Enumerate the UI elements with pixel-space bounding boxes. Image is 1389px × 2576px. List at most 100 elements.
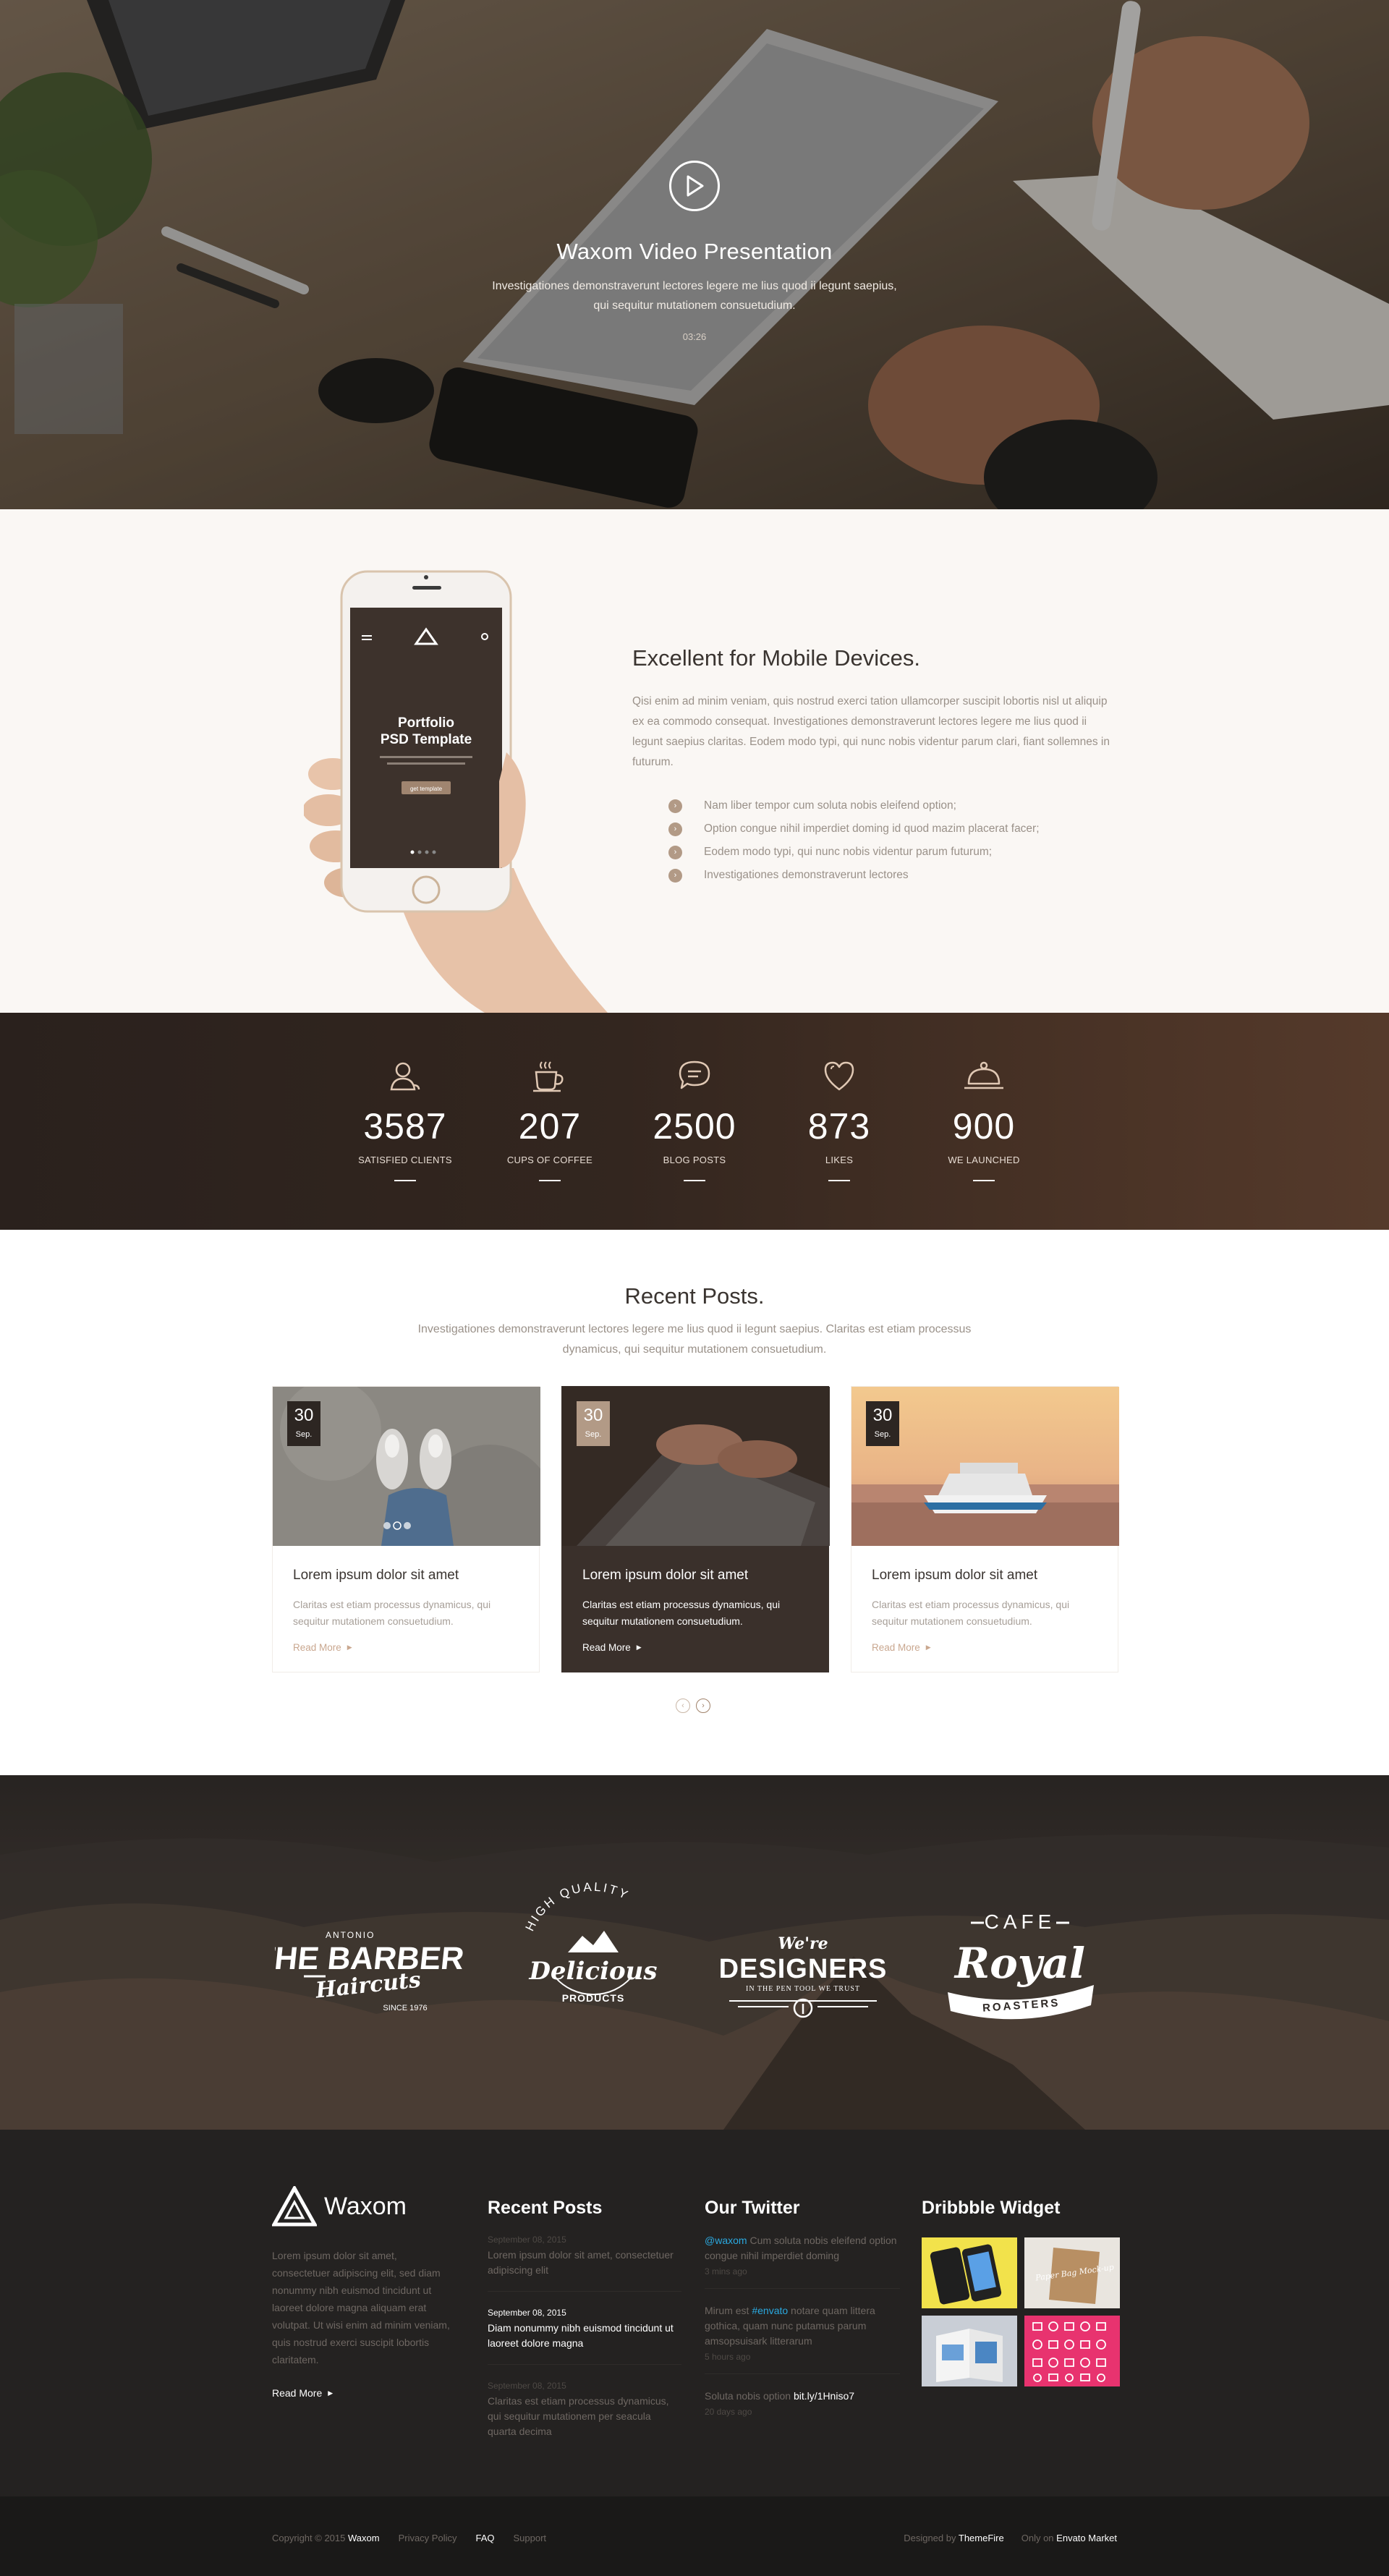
copyright-label: Copyright © 2015 <box>272 2533 346 2543</box>
section-text: Qisi enim ad minim veniam, quis nostrud … <box>632 695 1110 768</box>
logo-text: Royal <box>953 1939 1085 1988</box>
phone-screen-title-1: Portfolio <box>398 715 454 731</box>
post-date-month: Sep. <box>585 1430 602 1439</box>
designers-logo-icon: We're DESIGNERS IN THE PEN TOOL WE TRUST <box>719 1934 886 2018</box>
post-excerpt: Claritas est etiam processus dynamicus, … <box>872 1599 1070 1627</box>
read-more-label: Read More <box>272 2387 323 2399</box>
chevron-right-icon: › <box>668 799 682 813</box>
bottom-bar: Copyright © 2015 Waxom Privacy Policy FA… <box>0 2496 1389 2576</box>
stat-label: CUPS OF COFFEE <box>506 1155 593 1165</box>
read-more-label: Read More <box>582 1642 631 1653</box>
market-link[interactable]: Envato Market <box>1056 2533 1117 2543</box>
tweet-handle[interactable]: @waxom <box>705 2235 747 2246</box>
dribbble-shot[interactable] <box>1024 2316 1120 2386</box>
waxom-logo-icon <box>272 2186 317 2227</box>
feature-item: › Option congue nihil imperdiet doming id… <box>632 817 1110 841</box>
post-card[interactable]: 30 Sep. Lorem ipsum dolor sit amet Clari… <box>851 1386 1119 1672</box>
stats-section: 3587 SATISFIED CLIENTS 207 CUPS OF COFFE… <box>0 1013 1389 1230</box>
feature-text: Option congue nihil imperdiet doming id … <box>704 822 1040 835</box>
hero-title: Waxom Video Presentation <box>556 239 833 264</box>
tweet-text: Mirum est <box>705 2305 752 2316</box>
post-date-day: 30 <box>872 1406 893 1425</box>
user-icon <box>390 1062 420 1091</box>
footer-post[interactable]: September 08, 2015 Claritas est etiam pr… <box>488 2381 681 2452</box>
footer-post-date: September 08, 2015 <box>488 2381 566 2391</box>
dribbble-shot[interactable] <box>922 2237 1017 2308</box>
footer-column-title: Our Twitter <box>705 2198 800 2218</box>
stat-value: 2500 <box>653 1106 736 1147</box>
tweet: Mirum est #envato notare quam littera go… <box>705 2303 900 2374</box>
icon-set-shot-image <box>1024 2316 1120 2386</box>
footer-about-text: Lorem ipsum dolor sit amet, consectetuer… <box>272 2250 450 2365</box>
footer-recent-posts-column: Recent Posts September 08, 2015 Lorem ip… <box>488 2198 681 2452</box>
footer-post[interactable]: September 08, 2015 Lorem ipsum dolor sit… <box>488 2235 681 2292</box>
logo-designers: We're DESIGNERS IN THE PEN TOOL WE TRUST <box>709 1869 897 2043</box>
play-button[interactable] <box>669 161 720 211</box>
post-excerpt: Claritas est etiam processus dynamicus, … <box>582 1599 781 1627</box>
prev-arrow-icon[interactable]: ‹ <box>676 1699 690 1713</box>
logo-text: PRODUCTS <box>562 1992 625 2004</box>
stat-value: 3587 <box>363 1106 447 1147</box>
footer-link-support[interactable]: Support <box>514 2533 547 2543</box>
feature-item: › Nam liber tempor cum soluta nobis eleif… <box>632 794 1110 817</box>
phone-in-hand-image: Portfolio PSD Template get template <box>302 564 608 1013</box>
logo-text: THE BARBER <box>275 1941 463 1976</box>
post-title[interactable]: Lorem ipsum dolor sit amet <box>293 1568 459 1584</box>
dribbble-grid: Paper Bag Mock-up <box>922 2237 1120 2386</box>
copyright-brand[interactable]: Waxom <box>348 2533 380 2543</box>
dribbble-shot[interactable]: Paper Bag Mock-up <box>1024 2237 1120 2308</box>
stat-divider <box>394 1180 416 1181</box>
dribbble-shot[interactable] <box>922 2316 1017 2386</box>
tweet-link[interactable]: bit.ly/1Hniso7 <box>794 2390 854 2402</box>
caret-right-icon: ▶ <box>347 1644 352 1651</box>
stat-value: 873 <box>807 1106 871 1147</box>
tweet-time: 3 mins ago <box>705 2266 747 2277</box>
read-more-link[interactable]: Read More ▶ <box>872 1642 931 1653</box>
stat-divider <box>828 1180 850 1181</box>
logo-cafe-royal: CAFE Royal ROASTERS <box>926 1869 1114 2043</box>
coffee-cup-icon <box>533 1061 564 1092</box>
tweet: Soluta nobis option bit.ly/1Hniso7 20 da… <box>705 2389 900 2428</box>
post-title[interactable]: Lorem ipsum dolor sit amet <box>582 1568 748 1584</box>
caret-right-icon: ▶ <box>636 1644 642 1651</box>
stat-label: SATISFIED CLIENTS <box>358 1155 452 1165</box>
feature-item: › Eodem modo typi, qui nunc nobis videntu… <box>632 841 1110 864</box>
stat-value: 900 <box>952 1106 1016 1147</box>
logo-delicious: HIGH QUALITY Delicious PRODUCTS <box>499 1869 687 2043</box>
footer-read-more-link[interactable]: Read More ▶ <box>272 2387 453 2399</box>
designed-by-label: Designed by <box>904 2533 956 2543</box>
barber-logo-icon: ANTONIO THE BARBER Haircuts SINCE 1976 <box>253 1930 466 2012</box>
tweet-time: 20 days ago <box>705 2407 752 2417</box>
logo-text: ANTONIO <box>326 1930 375 1940</box>
footer-link-privacy[interactable]: Privacy Policy <box>399 2533 457 2543</box>
chat-bubble-icon <box>679 1060 710 1089</box>
logo-text: SINCE 1976 <box>383 2004 427 2012</box>
post-card[interactable]: 30 Sep. Lorem ipsum dolor sit amet Clari… <box>561 1386 830 1672</box>
hero-content: Waxom Video Presentation Investigationes… <box>0 161 1389 342</box>
read-more-link[interactable]: Read More ▶ <box>582 1642 642 1653</box>
play-icon <box>687 175 704 197</box>
credits: Designed by ThemeFire Only on Envato Mar… <box>904 2533 1117 2543</box>
post-title[interactable]: Lorem ipsum dolor sit amet <box>872 1568 1037 1584</box>
footer-post[interactable]: September 08, 2015 Diam nonummy nibh eui… <box>488 2308 681 2365</box>
designer-link[interactable]: ThemeFire <box>959 2533 1004 2543</box>
tweet-hashtag[interactable]: #envato <box>752 2305 788 2316</box>
post-image: 30 Sep. <box>562 1387 830 1546</box>
next-arrow-icon[interactable]: › <box>696 1699 710 1713</box>
phone-screen-title-2: PSD Template <box>381 732 472 747</box>
footer-post-title: Lorem ipsum dolor sit amet, consectetuer… <box>488 2249 674 2276</box>
mobile-devices-section: Portfolio PSD Template get template Exce… <box>0 509 1389 1013</box>
footer-post-title: Claritas est etiam processus dynamicus, … <box>488 2395 669 2437</box>
post-card[interactable]: 30 Sep. Lorem ipsum dolor sit amet Clari… <box>272 1386 540 1672</box>
tweet-text: Soluta nobis option <box>705 2390 794 2402</box>
client-logos-section: ANTONIO THE BARBER Haircuts SINCE 1976 H… <box>0 1775 1389 2130</box>
read-more-link[interactable]: Read More ▶ <box>293 1642 352 1653</box>
footer-brand[interactable]: Waxom <box>272 2186 453 2227</box>
stat-blog-posts: 2500 BLOG POSTS <box>622 1059 767 1181</box>
site-footer: Waxom Lorem ipsum dolor sit amet, consec… <box>0 2130 1389 2496</box>
chevron-right-icon: › <box>668 845 682 859</box>
stat-cups-of-coffee: 207 CUPS OF COFFEE <box>477 1059 622 1181</box>
post-date-badge: 30 Sep. <box>866 1401 899 1446</box>
chevron-right-icon: › <box>668 868 682 883</box>
footer-link-faq[interactable]: FAQ <box>475 2533 494 2543</box>
